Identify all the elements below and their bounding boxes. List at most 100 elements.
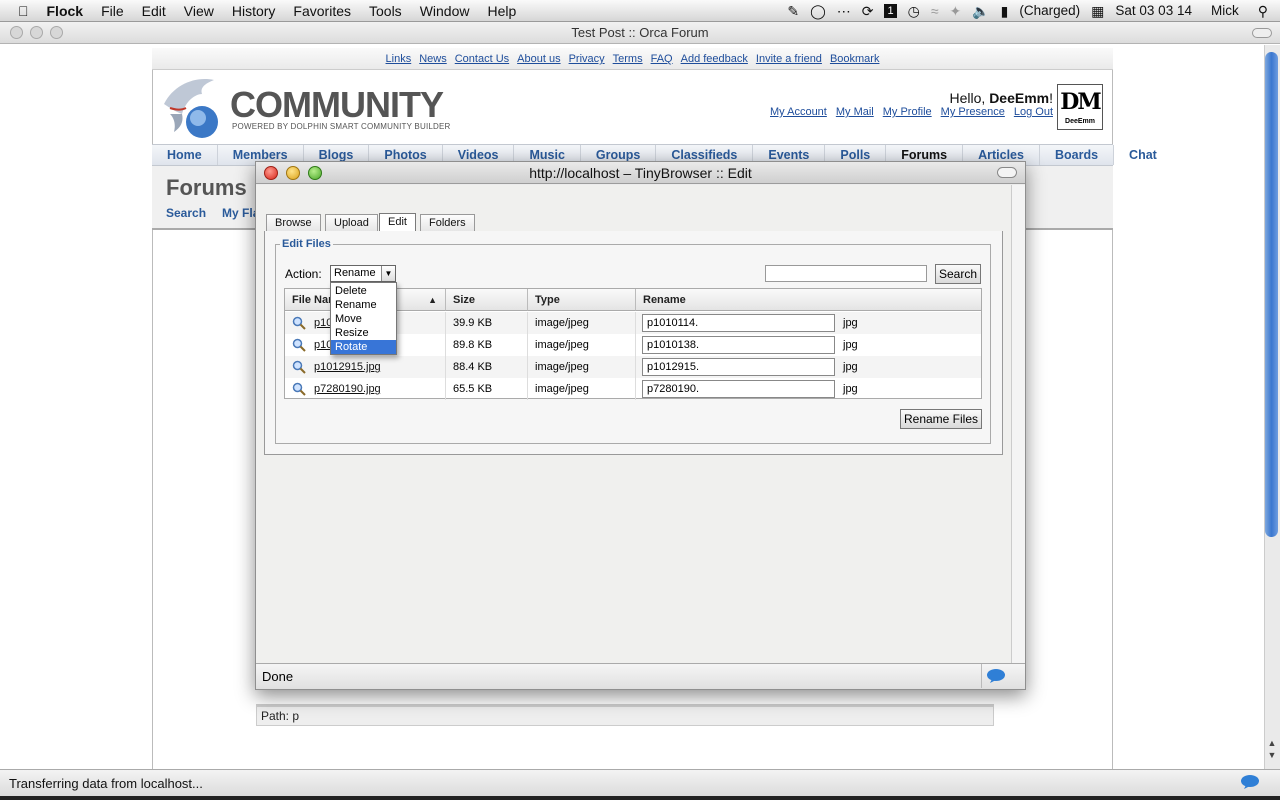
avatar-initials: DM <box>1060 89 1101 115</box>
menu-app-flock[interactable]: Flock <box>38 3 93 19</box>
toplink-terms[interactable]: Terms <box>613 48 643 69</box>
toplink-contact[interactable]: Contact Us <box>455 48 509 69</box>
wifi-icon[interactable]: ≈ <box>931 4 939 18</box>
search-input[interactable] <box>765 265 927 282</box>
log-out-link[interactable]: Log Out <box>1014 106 1053 118</box>
toplink-about[interactable]: About us <box>517 48 560 69</box>
file-link[interactable]: p1012915.jpg <box>314 361 381 373</box>
section-title: Forums <box>166 175 247 200</box>
site-logo-subtitle: POWERED BY DOLPHIN SMART COMMUNITY BUILD… <box>232 122 451 131</box>
battery-icon[interactable]: ▮ <box>1001 4 1009 18</box>
counter-icon[interactable]: 1 <box>884 3 897 18</box>
nav-home[interactable]: Home <box>152 145 218 165</box>
option-rotate[interactable]: Rotate <box>331 340 396 354</box>
nav-boards[interactable]: Boards <box>1040 145 1115 165</box>
toplink-invite[interactable]: Invite a friend <box>756 48 822 69</box>
chevron-down-icon[interactable]: ▼ <box>381 266 395 281</box>
zoom-button[interactable] <box>50 26 63 39</box>
toplink-feedback[interactable]: Add feedback <box>681 48 748 69</box>
toplink-news[interactable]: News <box>419 48 447 69</box>
circle-icon[interactable]: ◯ <box>810 4 826 18</box>
menu-help[interactable]: Help <box>478 3 525 19</box>
tab-upload[interactable]: Upload <box>325 214 378 231</box>
toplink-privacy[interactable]: Privacy <box>569 48 605 69</box>
volume-icon[interactable]: 🔈 <box>972 4 989 18</box>
popup-zoom-button[interactable] <box>308 166 322 180</box>
forum-search-link[interactable]: Search <box>166 206 206 220</box>
popup-scrollbar[interactable] <box>1011 185 1025 663</box>
col-rename[interactable]: Rename <box>636 289 981 311</box>
rename-files-button[interactable]: Rename Files <box>900 409 982 429</box>
dolphin-logo-icon[interactable] <box>156 74 226 140</box>
my-mail-link[interactable]: My Mail <box>836 106 874 118</box>
dots-icon[interactable]: ⋯ <box>837 4 851 18</box>
menu-view[interactable]: View <box>175 3 223 19</box>
action-select[interactable]: Rename ▼ <box>330 265 396 282</box>
magnifier-icon[interactable] <box>292 338 306 352</box>
apple-icon[interactable]:  <box>0 4 38 18</box>
magnifier-icon[interactable] <box>292 316 306 330</box>
popup-chat-button[interactable] <box>981 664 1009 688</box>
file-extension: jpg <box>843 317 858 329</box>
chat-bubble-icon[interactable] <box>1240 774 1260 790</box>
option-rename[interactable]: Rename <box>331 298 396 312</box>
file-size: 65.5 KB <box>446 378 528 400</box>
menu-history[interactable]: History <box>223 3 285 19</box>
forum-my-flags-link[interactable]: My Fla <box>222 206 259 220</box>
rename-input[interactable]: p1010114. <box>642 314 835 332</box>
menu-tools[interactable]: Tools <box>360 3 411 19</box>
popup-minimize-button[interactable] <box>286 166 300 180</box>
rename-cell: p1010138. jpg <box>636 334 981 356</box>
menubar-clock[interactable]: Sat 03 03 14 <box>1115 3 1192 18</box>
toolbar-toggle-button[interactable] <box>1252 28 1272 38</box>
col-size[interactable]: Size <box>446 289 528 311</box>
calendar-icon[interactable]: ▦ <box>1091 4 1104 18</box>
popup-toolbar-toggle[interactable] <box>997 167 1017 178</box>
my-presence-link[interactable]: My Presence <box>941 106 1005 118</box>
toplink-links[interactable]: Links <box>386 48 412 69</box>
battery-status[interactable]: (Charged) <box>1019 3 1080 18</box>
toplink-bookmark[interactable]: Bookmark <box>830 48 880 69</box>
option-move[interactable]: Move <box>331 312 396 326</box>
menu-favorites[interactable]: Favorites <box>284 3 360 19</box>
path-label: Path: p <box>256 706 994 726</box>
table-row: p7280190.jpg 65.5 KB image/jpeg p7280190… <box>285 378 981 400</box>
avatar[interactable]: DM DeeEmm <box>1057 84 1103 130</box>
option-delete[interactable]: Delete <box>331 284 396 298</box>
bluetooth-icon[interactable]: ✦ <box>950 4 962 18</box>
script-icon[interactable]: ✎ <box>787 4 799 18</box>
option-resize[interactable]: Resize <box>331 326 396 340</box>
search-button[interactable]: Search <box>935 264 981 284</box>
tab-edit[interactable]: Edit <box>379 213 416 232</box>
close-button[interactable] <box>10 26 23 39</box>
my-account-link[interactable]: My Account <box>770 106 827 118</box>
tab-folders[interactable]: Folders <box>420 214 475 231</box>
rename-input[interactable]: p1012915. <box>642 358 835 376</box>
menubar-user[interactable]: Mick <box>1203 3 1239 18</box>
tab-browse[interactable]: Browse <box>266 214 321 231</box>
menu-edit[interactable]: Edit <box>133 3 175 19</box>
toplink-faq[interactable]: FAQ <box>651 48 673 69</box>
file-link[interactable]: p7280190.jpg <box>314 383 381 395</box>
table-row: p1012915.jpg 88.4 KB image/jpeg p1012915… <box>285 356 981 378</box>
avatar-caption: DeeEmm <box>1065 118 1095 125</box>
file-size: 89.8 KB <box>446 334 528 356</box>
col-type[interactable]: Type <box>528 289 636 311</box>
rename-input[interactable]: p7280190. <box>642 380 835 398</box>
popup-window-controls <box>264 166 322 180</box>
sync-icon[interactable]: ⟳ <box>862 4 874 18</box>
menu-file[interactable]: File <box>92 3 133 19</box>
nav-chat[interactable]: Chat <box>1114 145 1172 165</box>
time-machine-icon[interactable]: ◷ <box>908 4 920 18</box>
magnifier-icon[interactable] <box>292 360 306 374</box>
popup-close-button[interactable] <box>264 166 278 180</box>
scroll-arrows[interactable]: ▲ ▼ <box>1265 737 1279 761</box>
spotlight-icon[interactable]: ⚲ <box>1250 4 1268 18</box>
rename-input[interactable]: p1010138. <box>642 336 835 354</box>
page-scrollbar-thumb[interactable] <box>1265 52 1278 537</box>
minimize-button[interactable] <box>30 26 43 39</box>
menu-window[interactable]: Window <box>411 3 479 19</box>
my-profile-link[interactable]: My Profile <box>883 106 932 118</box>
site-logo-title[interactable]: COMMUNITY <box>230 84 444 126</box>
magnifier-icon[interactable] <box>292 382 306 396</box>
